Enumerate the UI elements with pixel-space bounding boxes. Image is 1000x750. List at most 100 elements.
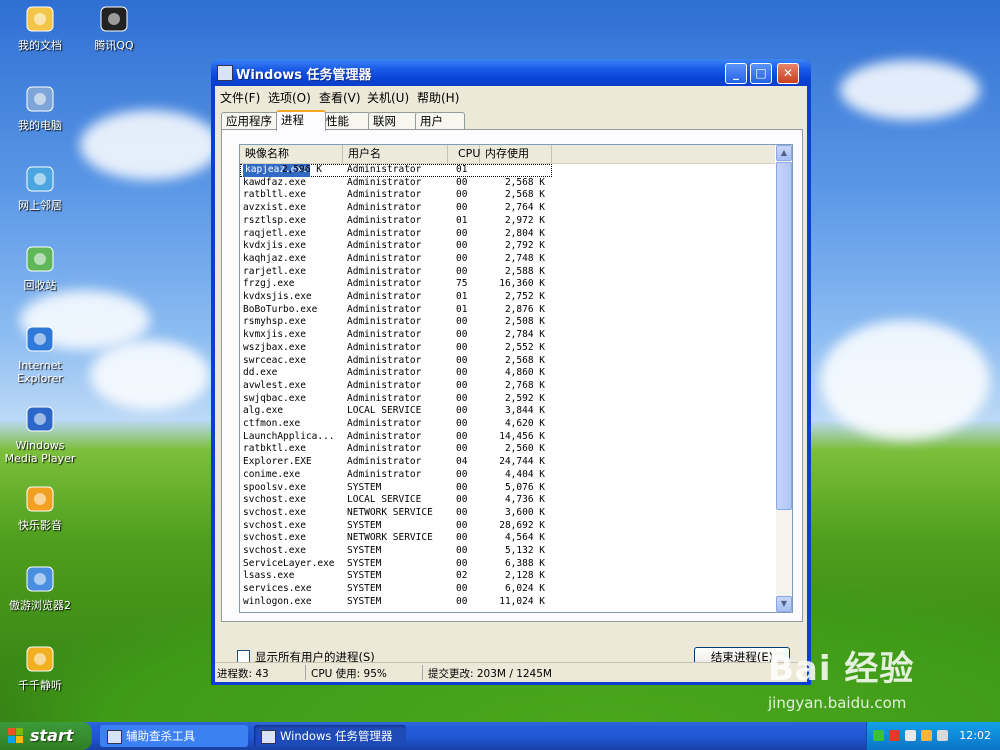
memory-cell: 2,804 K xyxy=(504,227,545,239)
process-row[interactable]: conime.exe Administrator 00 4,404 K xyxy=(240,469,775,482)
process-row[interactable]: kvdxjis.exe Administrator 00 2,792 K xyxy=(240,240,775,253)
memory-cell: 2,596 K xyxy=(281,164,322,175)
taskbar-item-antivirus[interactable]: 辅助查杀工具 xyxy=(100,725,248,747)
process-row[interactable]: rarjetl.exe Administrator 00 2,588 K xyxy=(240,266,775,279)
process-list[interactable]: 映像名称 用户名 CPU 内存使用 kapjeaz.exe Administrat… xyxy=(239,144,793,613)
process-row[interactable]: spoolsv.exe SYSTEM 00 5,076 K xyxy=(240,482,775,495)
security-icon[interactable] xyxy=(889,730,900,741)
title-bar[interactable]: Windows 任务管理器 _ □ ✕ xyxy=(211,59,811,86)
tab-applications[interactable]: 应用程序 xyxy=(221,112,281,129)
process-row[interactable]: avwlest.exe Administrator 00 2,768 K xyxy=(240,380,775,393)
image-name-cell: svchost.exe xyxy=(243,519,306,531)
process-row[interactable]: BoBoTurbo.exe Administrator 01 2,876 K xyxy=(240,304,775,317)
process-row[interactable]: swrceac.exe Administrator 00 2,568 K xyxy=(240,355,775,368)
desktop-icon[interactable]: 腾讯QQ xyxy=(74,2,154,52)
volume-icon[interactable] xyxy=(905,730,916,741)
desktop-icon[interactable]: 傲游浏览器2 xyxy=(0,562,80,612)
memory-cell: 2,588 K xyxy=(504,265,545,277)
process-row[interactable]: ServiceLayer.exe SYSTEM 00 6,388 K xyxy=(240,558,775,571)
process-row[interactable]: Explorer.EXE Administrator 04 24,744 K xyxy=(240,456,775,469)
memory-cell: 5,076 K xyxy=(504,481,545,493)
im-tray-icon[interactable] xyxy=(937,730,948,741)
user-name-cell: Administrator xyxy=(347,329,422,341)
column-user-name[interactable]: 用户名 xyxy=(343,145,448,163)
memory-cell: 2,592 K xyxy=(504,392,545,404)
status-divider xyxy=(305,665,306,680)
process-row[interactable]: alg.exe LOCAL SERVICE 00 3,844 K xyxy=(240,405,775,418)
menu-help[interactable]: 帮助(H) xyxy=(417,89,459,106)
desktop-icon[interactable]: 网上邻居 xyxy=(0,162,80,212)
menu-options[interactable]: 选项(O) xyxy=(268,89,311,106)
process-row[interactable]: kawdfaz.exe Administrator 00 2,568 K xyxy=(240,177,775,190)
process-row[interactable]: ratbltl.exe Administrator 00 2,568 K xyxy=(240,189,775,202)
cpu-cell: 00 xyxy=(456,506,468,518)
desktop-icon[interactable]: 回收站 xyxy=(0,242,80,292)
process-row[interactable]: lsass.exe SYSTEM 02 2,128 K xyxy=(240,570,775,583)
column-image-name[interactable]: 映像名称 xyxy=(240,145,343,163)
tab-performance[interactable]: 性能 xyxy=(321,112,371,129)
user-name-cell: Administrator xyxy=(347,418,422,429)
memory-cell: 2,768 K xyxy=(504,379,545,391)
desktop-icon-label: 千千静听 xyxy=(18,679,62,692)
process-row[interactable]: svchost.exe SYSTEM 00 28,692 K xyxy=(240,520,775,533)
minimize-button[interactable]: _ xyxy=(725,63,747,84)
scroll-down-button[interactable]: ▼ xyxy=(776,596,792,612)
menu-shutdown[interactable]: 关机(U) xyxy=(367,89,409,106)
process-row[interactable]: rsztlsp.exe Administrator 01 2,972 K xyxy=(240,215,775,228)
process-row[interactable]: avzxist.exe Administrator 00 2,764 K xyxy=(240,202,775,215)
process-row[interactable]: kapjeaz.exe Administrator 01 2,596 K xyxy=(240,164,552,177)
process-row[interactable]: svchost.exe NETWORK SERVICE 00 4,564 K xyxy=(240,532,775,545)
menu-bar: 文件(F) 选项(O) 查看(V) 关机(U) 帮助(H) xyxy=(215,86,807,106)
memory-cell: 4,860 K xyxy=(504,367,545,379)
process-row[interactable]: dd.exe Administrator 00 4,860 K xyxy=(240,367,775,380)
process-row[interactable]: services.exe SYSTEM 00 6,024 K xyxy=(240,583,775,596)
process-row[interactable]: svchost.exe NETWORK SERVICE 00 3,600 K xyxy=(240,507,775,520)
close-button[interactable]: ✕ xyxy=(777,63,799,84)
process-row[interactable]: ctfmon.exe Administrator 00 4,620 K xyxy=(240,418,775,431)
qq-tray-icon[interactable] xyxy=(921,730,932,741)
memory-cell: 2,568 K xyxy=(504,176,545,188)
taskbar-item-task-manager[interactable]: Windows 任务管理器 xyxy=(254,725,406,747)
desktop-icon[interactable]: 我的电脑 xyxy=(0,82,80,132)
menu-file[interactable]: 文件(F) xyxy=(220,89,260,106)
image-name-cell: rsmyhsp.exe xyxy=(243,316,306,328)
desktop-icon[interactable]: 千千静听 xyxy=(0,642,80,692)
user-name-cell: Administrator xyxy=(347,265,422,277)
process-row[interactable]: kaqhjaz.exe Administrator 00 2,748 K xyxy=(240,253,775,266)
desktop-icon-label: 回收站 xyxy=(23,279,57,292)
windows-logo-icon xyxy=(8,728,23,743)
process-row[interactable]: raqjetl.exe Administrator 00 2,804 K xyxy=(240,228,775,241)
maximize-button[interactable]: □ xyxy=(750,63,772,84)
desktop-icon[interactable]: Windows Media Player xyxy=(0,402,80,465)
cpu-cell: 01 xyxy=(456,303,468,315)
process-row[interactable]: kvmxjis.exe Administrator 00 2,784 K xyxy=(240,329,775,342)
tab-processes[interactable]: 进程 xyxy=(276,110,326,131)
process-row[interactable]: rsmyhsp.exe Administrator 00 2,508 K xyxy=(240,316,775,329)
tab-networking[interactable]: 联网 xyxy=(368,112,418,129)
process-row[interactable]: LaunchApplica... Administrator 00 14,456 K xyxy=(240,431,775,444)
process-row[interactable]: svchost.exe LOCAL SERVICE 00 4,736 K xyxy=(240,494,775,507)
process-row[interactable]: wszjbax.exe Administrator 00 2,552 K xyxy=(240,342,775,355)
tab-users[interactable]: 用户 xyxy=(415,112,465,129)
image-name-cell: rarjetl.exe xyxy=(243,265,306,277)
network-icon[interactable] xyxy=(873,730,884,741)
column-memory[interactable]: 内存使用 xyxy=(480,145,552,163)
scroll-thumb[interactable] xyxy=(776,162,792,510)
menu-view[interactable]: 查看(V) xyxy=(319,89,361,106)
process-row[interactable]: winlogon.exe SYSTEM 00 11,024 K xyxy=(240,596,775,609)
process-row[interactable]: svchost.exe SYSTEM 00 5,132 K xyxy=(240,545,775,558)
user-name-cell: Administrator xyxy=(347,164,422,175)
desktop-icon[interactable]: Internet Explorer xyxy=(0,322,80,385)
process-row[interactable]: kvdxsjis.exe Administrator 01 2,752 K xyxy=(240,291,775,304)
desktop-icon[interactable]: 我的文档 xyxy=(0,2,80,52)
process-row[interactable]: ratbktl.exe Administrator 00 2,560 K xyxy=(240,443,775,456)
memory-cell: 2,748 K xyxy=(504,252,545,264)
scroll-up-button[interactable]: ▲ xyxy=(776,145,792,161)
process-row[interactable]: swjqbac.exe Administrator 00 2,592 K xyxy=(240,393,775,406)
column-cpu[interactable]: CPU xyxy=(448,145,480,163)
user-name-cell: Administrator xyxy=(347,240,422,252)
desktop-icon[interactable]: 快乐影音 xyxy=(0,482,80,532)
process-row[interactable]: frzgj.exe Administrator 75 16,360 K xyxy=(240,278,775,291)
start-button[interactable]: start xyxy=(0,722,92,750)
vertical-scrollbar[interactable]: ▲ ▼ xyxy=(776,145,792,612)
